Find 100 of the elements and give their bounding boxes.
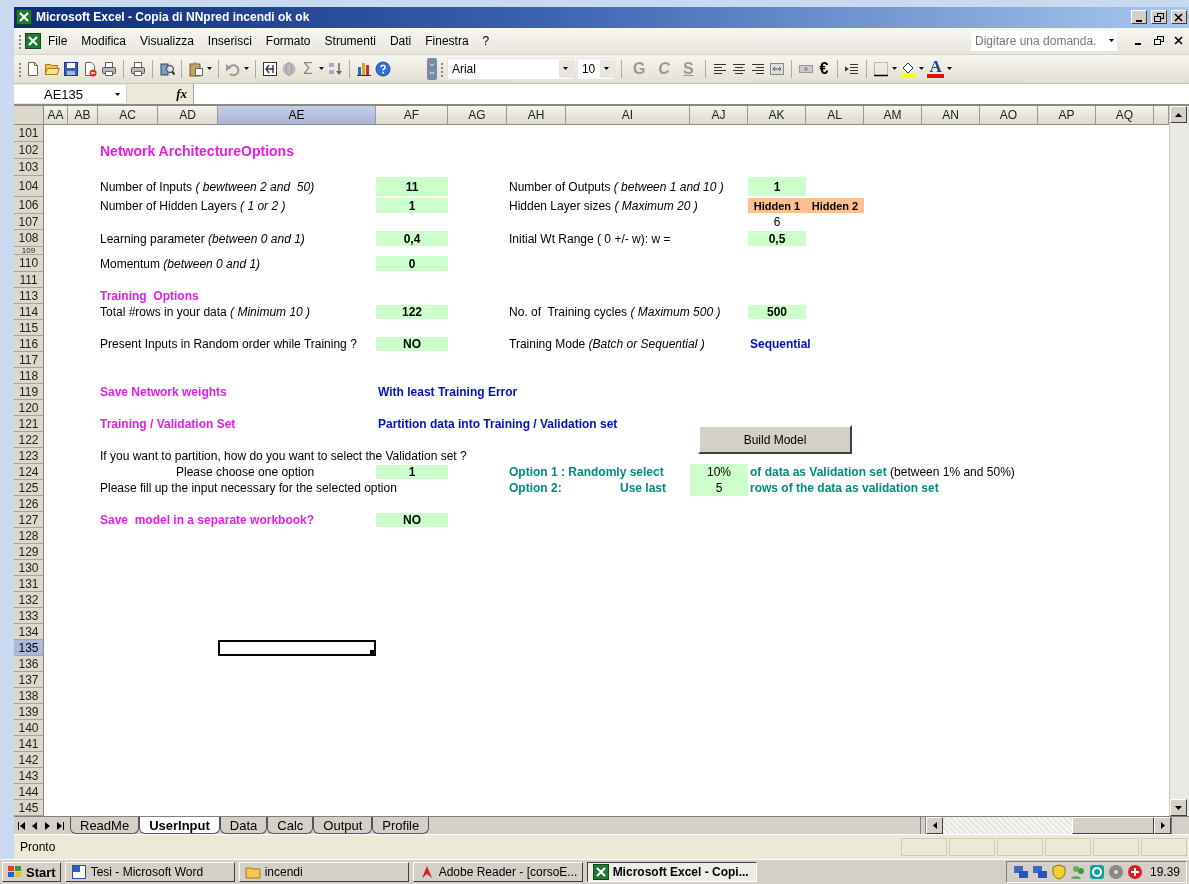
column-header[interactable]: AB bbox=[68, 106, 98, 126]
input-cell[interactable]: NO bbox=[376, 337, 448, 352]
toolbar-grip-icon[interactable] bbox=[18, 32, 22, 49]
first-sheet-icon[interactable] bbox=[18, 821, 26, 830]
row-header[interactable]: 115 bbox=[14, 320, 44, 337]
row-header[interactable]: 143 bbox=[14, 768, 44, 785]
horizontal-scrollbar[interactable] bbox=[926, 817, 1171, 835]
column-header[interactable]: AQ bbox=[1096, 106, 1154, 126]
printer-icon[interactable] bbox=[101, 60, 117, 77]
row-header[interactable]: 119 bbox=[14, 384, 44, 401]
paste-icon[interactable] bbox=[188, 60, 204, 77]
row-header[interactable]: 114 bbox=[14, 304, 44, 321]
help-field[interactable]: Digitare una domanda. bbox=[971, 30, 1117, 51]
row-header[interactable]: 127 bbox=[14, 512, 44, 529]
right-arrow-icon[interactable] bbox=[1160, 822, 1165, 830]
row-header[interactable]: 132 bbox=[14, 592, 44, 609]
taskbar-button[interactable]: incendi bbox=[238, 862, 409, 882]
input-cell[interactable]: 0 bbox=[376, 256, 448, 272]
row-header[interactable]: 102 bbox=[14, 142, 44, 160]
row-header[interactable]: 134 bbox=[14, 624, 44, 641]
sync-icon[interactable] bbox=[1088, 864, 1105, 880]
row-header[interactable]: 103 bbox=[14, 159, 44, 177]
paint-bucket-icon[interactable] bbox=[900, 60, 917, 77]
column-header[interactable]: AA bbox=[44, 106, 68, 126]
up-arrow-icon[interactable] bbox=[1175, 112, 1182, 117]
row-header[interactable]: 110 bbox=[14, 255, 44, 273]
row-header[interactable]: 130 bbox=[14, 560, 44, 577]
menu-item[interactable]: Strumenti bbox=[317, 31, 383, 50]
input-cell[interactable]: 1 bbox=[376, 198, 448, 214]
row-header[interactable]: 118 bbox=[14, 368, 44, 385]
input-cell[interactable]: 0,4 bbox=[376, 231, 448, 247]
toolbar-grip-icon[interactable] bbox=[439, 60, 444, 77]
row-header[interactable]: 124 bbox=[14, 464, 44, 481]
active-cell[interactable] bbox=[218, 640, 376, 657]
scroll-right-button[interactable] bbox=[1154, 817, 1171, 835]
input-cell[interactable]: NO bbox=[376, 513, 448, 528]
flag-icon[interactable] bbox=[7, 865, 23, 879]
start-button[interactable]: Start bbox=[2, 862, 61, 882]
taskbar-button[interactable]: Adobe Reader - [corsoE... bbox=[412, 862, 583, 882]
last-sheet-icon[interactable] bbox=[56, 821, 64, 830]
row-header[interactable]: 116 bbox=[14, 336, 44, 353]
row-header[interactable]: 101 bbox=[14, 125, 44, 143]
menu-item[interactable]: Modifica bbox=[74, 31, 134, 50]
column-header[interactable]: AE bbox=[218, 106, 376, 126]
row-header[interactable]: 120 bbox=[14, 400, 44, 417]
currency-button[interactable]: € bbox=[816, 59, 832, 78]
row-header[interactable]: 113 bbox=[14, 288, 44, 305]
new-document-icon[interactable] bbox=[25, 60, 41, 77]
printer-icon[interactable] bbox=[130, 60, 146, 77]
column-header[interactable]: AI bbox=[566, 106, 690, 126]
input-cell[interactable]: 0,5 bbox=[748, 231, 806, 247]
row-header[interactable]: 122 bbox=[14, 432, 44, 449]
row-header[interactable]: 140 bbox=[14, 720, 44, 737]
menu-item[interactable]: ? bbox=[475, 31, 497, 50]
row-header[interactable]: 117 bbox=[14, 352, 44, 369]
font-color-button[interactable]: A bbox=[927, 59, 944, 79]
borders-icon[interactable] bbox=[873, 60, 890, 77]
column-header[interactable]: AF bbox=[376, 106, 448, 126]
formula-field[interactable] bbox=[193, 84, 1189, 105]
dropdown-caret-icon[interactable] bbox=[892, 67, 898, 71]
scroll-left-button[interactable] bbox=[926, 817, 943, 835]
input-cell[interactable]: 5 bbox=[690, 480, 748, 497]
row-header[interactable]: 137 bbox=[14, 672, 44, 689]
row-header[interactable]: 121 bbox=[14, 416, 44, 433]
vertical-scrollbar[interactable] bbox=[1169, 106, 1189, 817]
help-icon[interactable] bbox=[374, 60, 391, 77]
taskbar-button[interactable]: Microsoft Excel - Copi... bbox=[586, 862, 757, 882]
column-header[interactable]: AM bbox=[864, 106, 922, 126]
column-header[interactable]: AK bbox=[748, 106, 806, 126]
font-size-field[interactable]: 10 bbox=[576, 57, 615, 80]
input-cell[interactable]: 1 bbox=[748, 177, 806, 197]
row-header[interactable]: 126 bbox=[14, 496, 44, 513]
restore-icon[interactable] bbox=[1154, 36, 1164, 46]
row-header[interactable]: 129 bbox=[14, 544, 44, 561]
row-header[interactable]: 125 bbox=[14, 480, 44, 497]
dropdown-caret-icon[interactable] bbox=[207, 67, 212, 71]
menu-item[interactable]: Dati bbox=[382, 31, 419, 50]
column-header[interactable]: AG bbox=[448, 106, 507, 126]
sheet-tab[interactable]: Data bbox=[219, 817, 268, 835]
column-header[interactable]: AP bbox=[1038, 106, 1096, 126]
dropdown-caret-icon[interactable] bbox=[115, 92, 120, 96]
column-header[interactable]: AL bbox=[806, 106, 864, 126]
security-icon[interactable] bbox=[1126, 864, 1143, 880]
input-cell[interactable]: 1 bbox=[376, 465, 448, 480]
taskbar-button[interactable]: Tesi - Microsoft Word bbox=[64, 862, 235, 882]
scroll-up-button[interactable] bbox=[1170, 106, 1187, 124]
row-header[interactable]: 141 bbox=[14, 736, 44, 753]
chart-icon[interactable] bbox=[355, 60, 372, 77]
dropdown-caret-icon[interactable] bbox=[919, 67, 925, 71]
close-icon[interactable] bbox=[1174, 36, 1184, 46]
dropdown-caret-icon[interactable] bbox=[946, 67, 952, 71]
menu-item[interactable]: Finestra bbox=[418, 31, 476, 50]
toolbar-options-icon[interactable] bbox=[426, 57, 437, 80]
sheet-tab[interactable]: Output bbox=[313, 817, 373, 835]
dropdown-caret-icon[interactable] bbox=[604, 67, 610, 71]
research-icon[interactable] bbox=[159, 60, 175, 77]
row-header[interactable]: 135 bbox=[14, 640, 44, 657]
dropdown-caret-icon[interactable] bbox=[318, 67, 324, 71]
menu-item[interactable]: Visualizza bbox=[133, 31, 201, 50]
row-header[interactable]: 123 bbox=[14, 448, 44, 465]
